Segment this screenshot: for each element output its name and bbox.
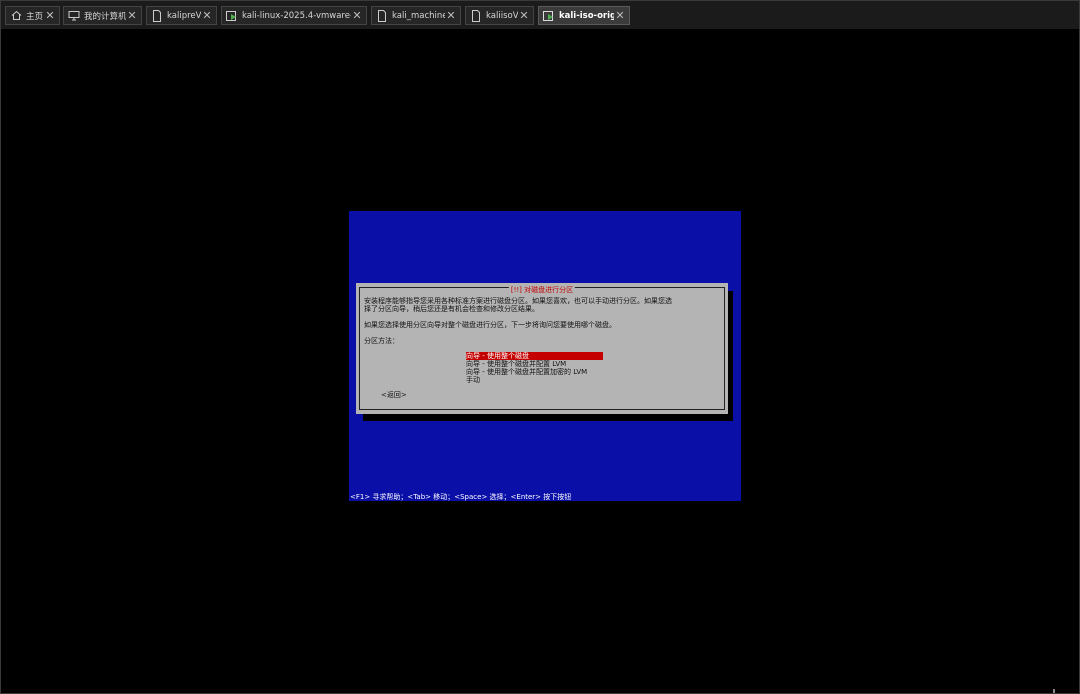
tab-kali-machine[interactable]: kali_machine ✕	[371, 6, 461, 25]
installer-status-line: <F1> 寻求帮助；<Tab> 移动；<Space> 选择；<Enter> 按下…	[350, 493, 572, 501]
partition-option-guided-lvm[interactable]: 向导 - 使用整个磁盘并配置 LVM	[466, 360, 603, 368]
close-icon[interactable]: ✕	[445, 9, 457, 22]
computer-icon	[68, 10, 80, 22]
tab-label: kalipreV	[167, 10, 201, 21]
tab-label: kali_machine	[392, 10, 445, 21]
dialog-title: [!!] 对磁盘进行分区	[508, 286, 576, 294]
close-icon[interactable]: ✕	[126, 9, 138, 22]
tab-bar: 主页 ✕ 我的计算机 ✕ kalipreV ✕ kali-linux-2025.…	[1, 1, 1079, 29]
vm-running-icon	[226, 10, 238, 22]
intro-text-line-2: 择了分区向导，稍后您还是有机会检查和修改分区结果。	[364, 305, 539, 313]
close-icon[interactable]: ✕	[44, 9, 56, 22]
close-icon[interactable]: ✕	[518, 9, 530, 22]
close-icon[interactable]: ✕	[614, 9, 626, 22]
vmware-window: 主页 ✕ 我的计算机 ✕ kalipreV ✕ kali-linux-2025.…	[0, 0, 1080, 694]
tab-label: 我的计算机	[84, 11, 126, 22]
back-button[interactable]: <返回>	[381, 391, 407, 399]
tab-label: kaliisoV	[486, 10, 518, 21]
partition-option-guided-encrypted-lvm[interactable]: 向导 - 使用整个磁盘并配置加密的 LVM	[466, 368, 603, 376]
tab-kalipreV[interactable]: kalipreV ✕	[146, 6, 217, 25]
vm-running-icon	[543, 10, 555, 22]
partition-dialog: [!!] 对磁盘进行分区 安装程序能够指导您采用各种标准方案进行磁盘分区。如果您…	[356, 283, 728, 414]
tab-label: kali-iso-origin	[559, 10, 614, 21]
close-icon[interactable]: ✕	[201, 9, 213, 22]
info-text: 如果您选择使用分区向导对整个磁盘进行分区，下一步将询问您要使用哪个磁盘。	[364, 321, 616, 329]
tab-kali-linux-vmware[interactable]: kali-linux-2025.4-vmware-am... ✕	[221, 6, 367, 25]
tab-my-computer[interactable]: 我的计算机 ✕	[63, 6, 142, 25]
home-icon	[10, 10, 22, 22]
tab-home[interactable]: 主页 ✕	[5, 6, 60, 25]
method-label: 分区方法：	[364, 337, 399, 345]
document-icon	[376, 9, 388, 22]
intro-text-line-1: 安装程序能够指导您采用各种标准方案进行磁盘分区。如果您喜欢，也可以手动进行分区。…	[364, 297, 672, 305]
close-icon[interactable]: ✕	[351, 9, 363, 22]
tab-kali-iso-origin[interactable]: kali-iso-origin ✕	[538, 6, 630, 25]
partition-option-guided-entire-disk[interactable]: 向导 - 使用整个磁盘	[466, 352, 603, 360]
partition-option-manual[interactable]: 手动	[466, 376, 603, 384]
tab-kaliisoV[interactable]: kaliisoV ✕	[465, 6, 534, 25]
window-corner-mark	[1053, 689, 1055, 693]
document-icon	[470, 9, 482, 22]
tab-label: kali-linux-2025.4-vmware-am...	[242, 10, 351, 21]
document-icon	[151, 9, 163, 22]
tab-label: 主页	[26, 11, 44, 22]
